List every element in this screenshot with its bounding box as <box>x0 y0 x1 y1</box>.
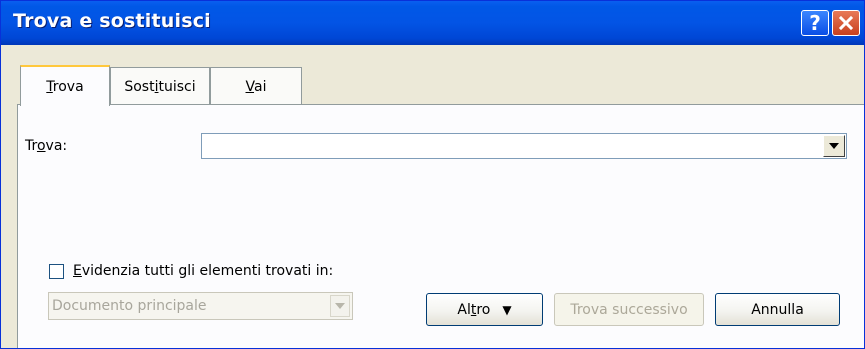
more-button[interactable]: Altro ▼ <box>426 293 543 326</box>
highlight-checkbox-label[interactable]: Evidenzia tutti gli elementi trovati in: <box>73 263 333 279</box>
tab-sostituisci-label: Sostituisci <box>124 78 196 95</box>
find-next-button-label: Trova successivo <box>570 301 688 318</box>
chevron-down-icon <box>335 303 345 309</box>
tab-trova[interactable]: Trova <box>20 65 110 106</box>
scope-select-value: Documento principale <box>52 298 207 314</box>
find-label: Trova: <box>25 138 68 154</box>
find-next-button[interactable]: Trova successivo <box>554 293 704 326</box>
scope-dropdown-button[interactable] <box>330 295 350 317</box>
find-input[interactable] <box>201 133 847 159</box>
tab-trova-label: Trova <box>46 78 84 95</box>
tab-sostituisci[interactable]: Sostituisci <box>110 67 210 105</box>
cancel-button-label: Annulla <box>751 301 804 318</box>
highlight-checkbox[interactable] <box>49 264 64 279</box>
help-icon: ? <box>809 11 821 35</box>
find-dropdown-button[interactable] <box>823 135 845 157</box>
find-replace-dialog: Trova e sostituisci ? Trova Sostituisci … <box>0 0 865 349</box>
window-title: Trova e sostituisci <box>13 10 211 32</box>
cancel-button[interactable]: Annulla <box>715 293 840 326</box>
close-button[interactable] <box>832 10 860 36</box>
tab-vai-label: Vai <box>245 78 267 95</box>
title-bar[interactable]: Trova e sostituisci ? <box>1 1 864 45</box>
help-button[interactable]: ? <box>801 10 829 36</box>
more-button-label: Altro <box>457 301 491 318</box>
chevron-down-icon <box>829 143 839 149</box>
double-chevron-down-icon: ▼ <box>502 302 512 317</box>
scope-select[interactable]: Documento principale <box>48 292 353 320</box>
close-icon <box>838 15 854 31</box>
tab-vai[interactable]: Vai <box>210 67 302 105</box>
